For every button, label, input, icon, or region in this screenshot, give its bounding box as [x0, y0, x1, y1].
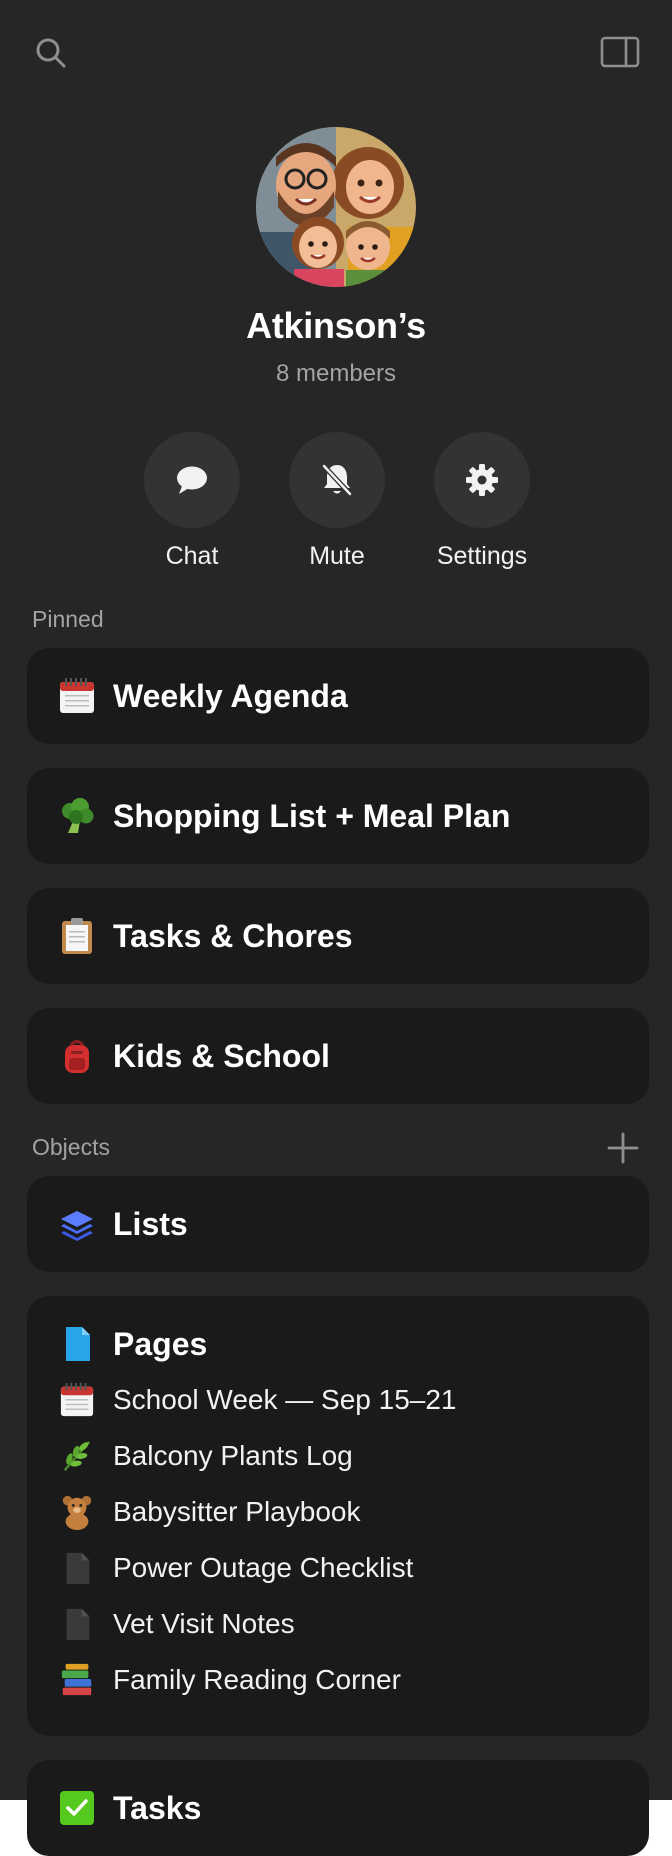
herb-icon: [57, 1436, 97, 1476]
mute-button[interactable]: Mute: [267, 432, 407, 571]
pinned-row: Shopping List + Meal Plan: [27, 768, 649, 864]
page-item-label: Babysitter Playbook: [113, 1496, 361, 1527]
gear-icon: [466, 464, 498, 496]
tasks-row: Tasks: [27, 1760, 649, 1856]
teddy-bear-icon: [57, 1492, 97, 1532]
tasks-label: Tasks: [113, 1789, 202, 1826]
chat-bubble-icon: [177, 466, 207, 494]
add-object-button[interactable]: [606, 1131, 640, 1165]
clipboard-icon: [57, 916, 97, 956]
search-icon: [36, 38, 66, 68]
page-item-label: School Week — Sep 15–21: [113, 1384, 457, 1415]
page-item[interactable]: Babysitter Playbook: [27, 1484, 649, 1540]
pinned-row: Kids & School: [27, 1008, 649, 1104]
calendar-icon: [57, 1380, 97, 1420]
page-item[interactable]: Family Reading Corner: [27, 1652, 649, 1708]
pinned-item-tasks-chores[interactable]: Tasks & Chores: [27, 888, 649, 984]
page-document-icon: [57, 1324, 97, 1364]
group-name: Atkinson’s: [246, 305, 426, 346]
pinned-item-label: Kids & School: [113, 1037, 330, 1074]
family-avatar-image: [256, 127, 416, 287]
page-item[interactable]: Balcony Plants Log: [27, 1428, 649, 1484]
group-avatar[interactable]: [256, 127, 416, 287]
lists-row: Lists: [27, 1176, 649, 1272]
backpack-icon: [57, 1036, 97, 1076]
pinned-item-label: Weekly Agenda: [113, 677, 348, 714]
page-item-label: Power Outage Checklist: [113, 1552, 414, 1583]
page-item[interactable]: Vet Visit Notes: [27, 1596, 649, 1652]
pinned-item-label: Tasks & Chores: [113, 917, 353, 954]
page-item[interactable]: Power Outage Checklist: [27, 1540, 649, 1596]
settings-button-circle: [434, 432, 530, 528]
plus-icon: [607, 1132, 639, 1164]
sidebar-toggle-icon: [600, 36, 640, 68]
checkbox-icon: [57, 1788, 97, 1828]
member-count[interactable]: 8 members: [0, 360, 672, 388]
document-icon: [57, 1604, 97, 1644]
pinned-item-weekly-agenda[interactable]: Weekly Agenda: [27, 648, 649, 744]
objects-section-label: Objects: [32, 1134, 110, 1160]
settings-button[interactable]: Settings: [412, 432, 552, 571]
tasks-object-card[interactable]: Tasks: [27, 1760, 649, 1856]
sidebar-toggle-button[interactable]: [596, 28, 644, 76]
broccoli-icon: [57, 796, 97, 836]
chat-button[interactable]: Chat: [122, 432, 262, 571]
page-item-label: Vet Visit Notes: [113, 1608, 295, 1639]
bell-slash-icon: [322, 464, 352, 496]
search-button[interactable]: [27, 29, 75, 77]
pages-header[interactable]: Pages: [27, 1320, 649, 1368]
pinned-item-shopping-list[interactable]: Shopping List + Meal Plan: [27, 768, 649, 864]
pinned-row: Weekly Agenda: [27, 648, 649, 744]
calendar-icon: [57, 676, 97, 716]
layers-icon: [57, 1204, 97, 1244]
group-info-screen: Atkinson’s 8 members Chat Mute Settings …: [0, 0, 672, 1856]
page-item-label: Family Reading Corner: [113, 1664, 401, 1695]
pinned-item-label: Shopping List + Meal Plan: [113, 797, 511, 834]
page-item[interactable]: School Week — Sep 15–21: [27, 1372, 649, 1428]
pinned-section-label: Pinned: [32, 606, 104, 632]
mute-label: Mute: [309, 542, 365, 570]
lists-object-card[interactable]: Lists: [27, 1176, 649, 1272]
pinned-item-kids-school[interactable]: Kids & School: [27, 1008, 649, 1104]
mute-button-circle: [289, 432, 385, 528]
pinned-row: Tasks & Chores: [27, 888, 649, 984]
books-icon: [57, 1660, 97, 1700]
document-icon: [57, 1548, 97, 1588]
group-panel: Atkinson’s 8 members Chat Mute Settings …: [0, 0, 672, 1856]
chat-label: Chat: [165, 542, 219, 570]
pages-object-card: Pages School Week — Sep 15–21 Balcony Pl…: [27, 1296, 649, 1736]
lists-label: Lists: [113, 1205, 188, 1242]
page-item-label: Balcony Plants Log: [113, 1440, 353, 1471]
settings-label: Settings: [436, 542, 528, 570]
pages-label: Pages: [113, 1325, 208, 1362]
chat-button-circle: [144, 432, 240, 528]
